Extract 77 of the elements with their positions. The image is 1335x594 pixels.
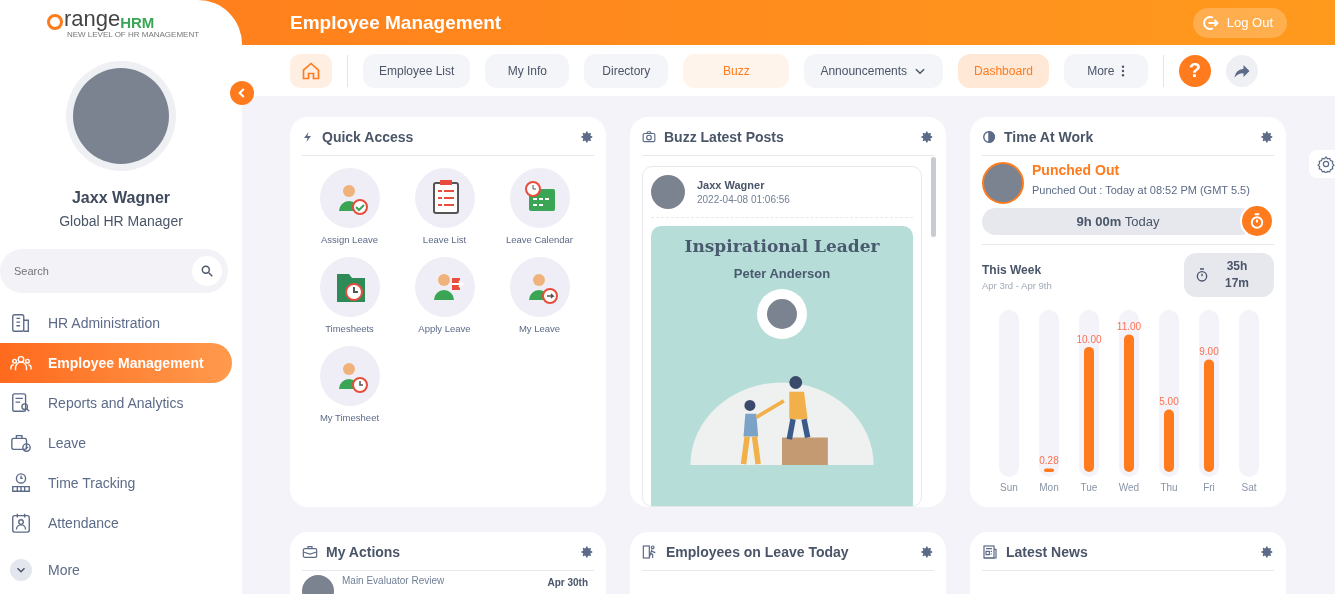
bar-value: 10.00 bbox=[1076, 333, 1102, 345]
person-door-icon bbox=[642, 544, 658, 560]
search-icon[interactable] bbox=[192, 256, 222, 286]
bar-value: 11.00 bbox=[1116, 321, 1142, 333]
post-person: Peter Anderson bbox=[733, 266, 831, 281]
sidebar-item[interactable]: HR Administration bbox=[0, 303, 232, 343]
search-bar[interactable]: Search bbox=[0, 249, 228, 293]
more-icon bbox=[1120, 64, 1125, 77]
settings-icon[interactable] bbox=[580, 545, 594, 559]
orangehrm-logo: rangeHRM NEW LEVEL OF HR MANAGEMENT bbox=[46, 8, 200, 39]
clock-icon bbox=[10, 472, 32, 494]
sidebar-item[interactable]: Time Tracking bbox=[0, 463, 232, 503]
logout-icon bbox=[1200, 13, 1219, 32]
week-range: Apr 3rd - Apr 9th bbox=[982, 280, 1052, 291]
search-input[interactable]: Search bbox=[12, 264, 192, 278]
briefcase-icon bbox=[302, 544, 318, 560]
card-title: Quick Access bbox=[322, 129, 415, 145]
day-label: Tue bbox=[1080, 482, 1098, 493]
briefcase-clock-icon bbox=[10, 432, 32, 454]
user-name: Jaxx Wagner bbox=[71, 189, 171, 207]
nav-tab[interactable]: Directory bbox=[584, 53, 669, 88]
nav-tab[interactable]: My Info bbox=[485, 53, 570, 88]
lightning-icon bbox=[302, 130, 314, 144]
page-title: Employee Management bbox=[290, 11, 502, 34]
calendar-person-icon bbox=[10, 512, 32, 534]
settings-icon[interactable] bbox=[920, 545, 934, 559]
report-icon bbox=[10, 392, 32, 414]
nav-tab[interactable]: More bbox=[1063, 53, 1148, 88]
avatar-photo-placeholder bbox=[651, 175, 685, 209]
bar-value: 0.28 bbox=[1039, 455, 1059, 467]
building-icon bbox=[10, 312, 32, 334]
avatar-photo-placeholder bbox=[767, 299, 797, 329]
punch-status: Punched Out bbox=[1032, 162, 1121, 178]
avatar-photo-placeholder bbox=[982, 162, 1024, 204]
card-title: Buzz Latest Posts bbox=[664, 129, 785, 145]
punch-detail: Punched Out : Today at 08:52 PM (GMT 5.5) bbox=[1032, 183, 1250, 198]
home-button[interactable] bbox=[290, 53, 332, 88]
card-title: Time At Work bbox=[1004, 129, 1095, 145]
settings-icon[interactable] bbox=[1260, 545, 1274, 559]
share-button[interactable] bbox=[1225, 54, 1258, 87]
bar-value: 5.00 bbox=[1159, 396, 1179, 408]
newspaper-icon bbox=[982, 544, 998, 560]
nav-tab[interactable]: Announcements bbox=[804, 53, 944, 88]
day-label: Thu bbox=[1160, 482, 1178, 493]
day-label: Wed bbox=[1118, 482, 1140, 493]
settings-icon[interactable] bbox=[580, 130, 594, 144]
card-title: My Actions bbox=[326, 544, 402, 560]
settings-icon[interactable] bbox=[920, 130, 934, 144]
card-title: Employees on Leave Today bbox=[666, 544, 850, 560]
week-total: 35h 17m bbox=[1224, 258, 1250, 292]
card-title: Latest News bbox=[1006, 544, 1089, 560]
post-author: Jaxx Wagner bbox=[697, 179, 766, 191]
camera-icon bbox=[642, 130, 656, 144]
stopwatch-icon bbox=[1194, 267, 1210, 283]
day-label: Mon bbox=[1039, 482, 1059, 493]
scrollbar[interactable] bbox=[931, 157, 936, 237]
day-label: Sun bbox=[1000, 482, 1018, 493]
chevron-down-icon[interactable] bbox=[10, 559, 32, 581]
action-text[interactable]: Main Evaluator Review bbox=[342, 575, 540, 586]
bar-value: 9.00 bbox=[1199, 346, 1219, 358]
user-role: Global HR Manager bbox=[59, 213, 183, 229]
settings-icon[interactable] bbox=[1260, 130, 1274, 144]
day-label: Sat bbox=[1241, 482, 1257, 493]
day-label: Fri bbox=[1203, 482, 1215, 493]
collapse-button[interactable] bbox=[230, 81, 254, 105]
sidebar-item[interactable]: Leave bbox=[0, 423, 232, 463]
sidebar-item[interactable]: Reports and Analytics bbox=[0, 383, 232, 423]
sidebar-item[interactable]: Attendance bbox=[0, 503, 232, 543]
more-link[interactable]: More bbox=[48, 562, 80, 578]
week-label: This Week bbox=[982, 263, 1043, 277]
post-date: 2022-04-08 01:06:56 bbox=[697, 194, 790, 205]
action-date: Apr 30th bbox=[547, 577, 588, 588]
stopwatch-icon bbox=[1248, 211, 1266, 231]
nav-tab[interactable]: Employee List bbox=[363, 53, 471, 88]
settings-icon[interactable] bbox=[1309, 150, 1335, 178]
post-heading: Inspirational Leader bbox=[684, 236, 880, 256]
home-icon bbox=[301, 60, 321, 81]
